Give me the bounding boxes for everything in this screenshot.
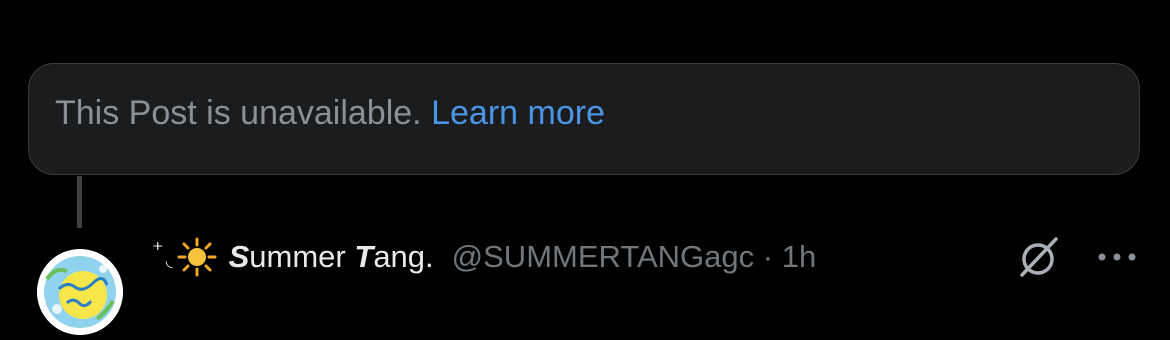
- unavailable-message: This Post is unavailable.: [55, 94, 422, 132]
- user-handle[interactable]: @SUMMERTANGagc: [452, 239, 754, 274]
- name-decoration-plus: ⁺: [152, 237, 164, 262]
- post-meta: @SUMMERTANGagc · 1h: [452, 239, 817, 275]
- post-author-row: ⁺ ◟ Summer Tang. @SUMMERTANGagc · 1h: [152, 237, 816, 277]
- meta-separator: ·: [762, 239, 774, 274]
- more-options-icon[interactable]: [1094, 248, 1140, 266]
- display-name-initial-s: S: [228, 239, 250, 274]
- thread-connector-line: [77, 176, 82, 228]
- name-decoration-arc: ◟: [165, 249, 173, 270]
- display-name-part-ummer: ummer: [249, 239, 355, 274]
- sun-icon: [177, 237, 217, 277]
- summer-tang-avatar-icon: [37, 249, 123, 335]
- learn-more-link[interactable]: Learn more: [431, 94, 605, 132]
- display-name-part-ang: ang.: [373, 239, 434, 274]
- display-name[interactable]: Summer Tang.: [229, 239, 434, 275]
- post-timestamp[interactable]: 1h: [782, 239, 816, 274]
- display-name-initial-t: T: [354, 239, 374, 274]
- grok-icon[interactable]: [1016, 234, 1062, 280]
- unavailable-notice: This Post is unavailable. Learn more: [55, 92, 605, 134]
- unavailable-post-card: This Post is unavailable. Learn more: [28, 63, 1140, 175]
- avatar[interactable]: [37, 249, 123, 335]
